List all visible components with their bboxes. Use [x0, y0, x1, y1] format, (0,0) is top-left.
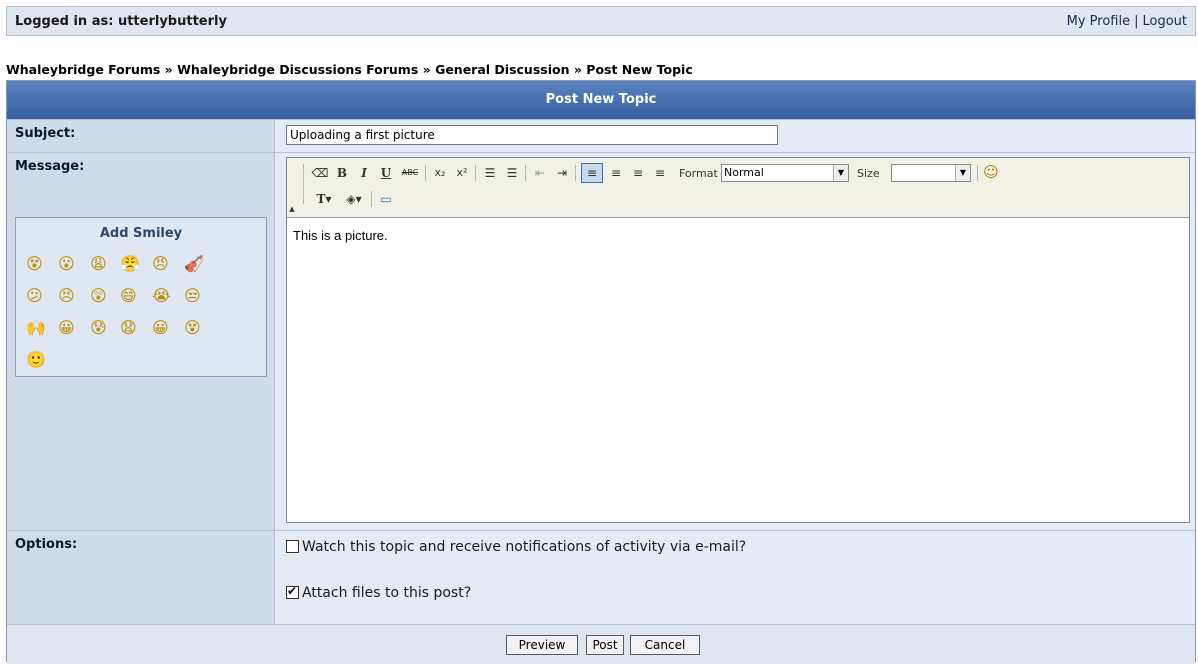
- breadcrumb-separator: »: [573, 62, 582, 77]
- align-left-icon[interactable]: ≡: [581, 163, 603, 183]
- text-color-icon[interactable]: T▾: [311, 190, 337, 208]
- breadcrumb-current: Post New Topic: [586, 62, 693, 77]
- attach-option[interactable]: Attach files to this post?: [286, 584, 472, 601]
- insert-image-icon[interactable]: ▭: [377, 190, 395, 208]
- background-color-icon[interactable]: ◈▾: [341, 190, 367, 208]
- toolbar-separator: [575, 165, 576, 181]
- message-label-cell: Message: Add Smiley 😵 😮 😩 😤 😠 🎻 😕 😣 😲 😄 😭 😒 🙌 😀 😰 😧 😀 😵 🙂: [7, 153, 275, 531]
- smiley-icon[interactable]: 😤: [120, 256, 140, 272]
- breadcrumb-separator: »: [164, 62, 173, 77]
- smiley-icon[interactable]: 😀: [58, 320, 75, 336]
- watch-option[interactable]: Watch this topic and receive notificatio…: [286, 539, 746, 555]
- message-editor-cell: ⌫ B I U ABC x₂ x² ☰ ☰ ⇤ ⇥ ≡ ≡ ≡ ≡ Format…: [276, 153, 1195, 531]
- smiley-icon[interactable]: 😮: [58, 256, 75, 272]
- smiley-icon[interactable]: 😒: [184, 288, 201, 304]
- rich-text-editor[interactable]: ⌫ B I U ABC x₂ x² ☰ ☰ ⇤ ⇥ ≡ ≡ ≡ ≡ Format…: [286, 157, 1190, 523]
- watch-checkbox[interactable]: [286, 540, 299, 553]
- toolbar-grip: [303, 164, 304, 204]
- superscript-icon[interactable]: x²: [453, 164, 471, 182]
- breadcrumb-separator: »: [422, 62, 431, 77]
- options-label: Options:: [15, 537, 78, 552]
- breadcrumb-discussions[interactable]: Whaleybridge Discussions Forums: [177, 62, 418, 77]
- options-label-cell: Options:: [7, 531, 275, 625]
- toolbar-separator: [371, 191, 372, 207]
- eraser-icon[interactable]: ⌫: [311, 164, 329, 182]
- breadcrumb: Whaleybridge Forums » Whaleybridge Discu…: [6, 62, 693, 77]
- message-row: Message: Add Smiley 😵 😮 😩 😤 😠 🎻 😕 😣 😲 😄 😭 😒 🙌 😀 😰 😧 😀 😵 🙂 …: [7, 152, 1195, 531]
- post-button[interactable]: Post: [586, 635, 624, 655]
- subject-row: Subject:: [7, 119, 1195, 153]
- outdent-icon[interactable]: ⇤: [531, 164, 549, 182]
- smiley-icon[interactable]: ☺: [981, 163, 1001, 181]
- format-select[interactable]: Normal ▼: [721, 164, 849, 182]
- smiley-icon[interactable]: 😭: [152, 288, 171, 304]
- cancel-button[interactable]: Cancel: [630, 635, 700, 655]
- breadcrumb-general[interactable]: General Discussion: [435, 62, 569, 77]
- editor-content[interactable]: This is a picture.: [293, 228, 388, 243]
- subject-input[interactable]: [286, 125, 778, 145]
- chevron-down-icon: ▼: [955, 165, 970, 181]
- post-form: Post New Topic Subject: Message: Add Smi…: [6, 80, 1196, 664]
- bullet-list-icon[interactable]: ☰: [503, 164, 521, 182]
- account-links: My Profile | Logout: [1067, 14, 1187, 29]
- format-value: Normal: [724, 166, 764, 179]
- subject-field-cell: [276, 120, 1195, 153]
- logged-in-text: Logged in as: utterlybutterly: [15, 14, 227, 29]
- numbered-list-icon[interactable]: ☰: [481, 164, 499, 182]
- smiley-icon[interactable]: 😲: [90, 288, 107, 304]
- breadcrumb-forums[interactable]: Whaleybridge Forums: [6, 62, 160, 77]
- smiley-icon[interactable]: 😠: [152, 256, 169, 272]
- subject-label-cell: Subject:: [7, 120, 275, 153]
- smiley-panel-title: Add Smiley: [99, 226, 183, 241]
- smiley-icon[interactable]: 😀: [152, 320, 169, 336]
- options-cell: Watch this topic and receive notificatio…: [276, 531, 1195, 625]
- watch-option-label: Watch this topic and receive notificatio…: [302, 539, 747, 555]
- align-justify-icon[interactable]: ≡: [651, 164, 669, 182]
- collapse-toolbar-icon[interactable]: ▲: [287, 200, 297, 218]
- italic-icon[interactable]: I: [355, 164, 373, 182]
- message-label: Message:: [15, 159, 85, 174]
- toolbar-separator: [977, 165, 978, 181]
- indent-icon[interactable]: ⇥: [553, 164, 571, 182]
- smiley-icon[interactable]: 😵: [184, 320, 201, 336]
- logout-link[interactable]: Logout: [1142, 14, 1187, 29]
- link-separator: |: [1134, 14, 1139, 29]
- my-profile-link[interactable]: My Profile: [1067, 14, 1130, 29]
- preview-button[interactable]: Preview: [506, 635, 578, 655]
- attach-option-label: Attach files to this post?: [302, 585, 472, 601]
- align-right-icon[interactable]: ≡: [629, 164, 647, 182]
- smiley-icon[interactable]: 😄: [120, 288, 137, 304]
- bold-icon[interactable]: B: [333, 164, 351, 182]
- smiley-icon[interactable]: 😰: [90, 320, 107, 336]
- smiley-icon[interactable]: 😧: [120, 320, 137, 336]
- attach-checkbox[interactable]: [286, 584, 299, 599]
- strikethrough-icon[interactable]: ABC: [399, 164, 421, 182]
- smiley-icon[interactable]: 🎻: [184, 256, 204, 272]
- subject-label: Subject:: [15, 126, 76, 141]
- smiley-icon[interactable]: 😣: [58, 288, 75, 304]
- chevron-down-icon: ▼: [833, 165, 848, 181]
- smiley-panel: Add Smiley 😵 😮 😩 😤 😠 🎻 😕 😣 😲 😄 😭 😒 🙌 😀 😰 😧 😀 😵 🙂: [15, 217, 267, 377]
- smiley-icon[interactable]: 😵: [26, 256, 43, 272]
- size-select[interactable]: ▼: [891, 164, 971, 182]
- form-actions: Preview Post Cancel: [7, 624, 1195, 664]
- options-row: Options: Watch this topic and receive no…: [7, 530, 1195, 625]
- format-label: Format: [679, 167, 718, 180]
- underline-icon[interactable]: U: [377, 164, 395, 182]
- toolbar-separator: [525, 165, 526, 181]
- form-title: Post New Topic: [7, 81, 1195, 119]
- size-label: Size: [857, 167, 880, 180]
- login-bar: Logged in as: utterlybutterly My Profile…: [6, 6, 1196, 36]
- editor-toolbar: ⌫ B I U ABC x₂ x² ☰ ☰ ⇤ ⇥ ≡ ≡ ≡ ≡ Format…: [287, 158, 1189, 218]
- smiley-icon[interactable]: 😕: [26, 288, 43, 304]
- smiley-icon[interactable]: 😩: [90, 256, 107, 272]
- toolbar-separator: [425, 165, 426, 181]
- toolbar-separator: [475, 165, 476, 181]
- smiley-icon[interactable]: 🙂: [26, 352, 46, 368]
- subscript-icon[interactable]: x₂: [431, 164, 449, 182]
- align-center-icon[interactable]: ≡: [607, 164, 625, 182]
- smiley-icon[interactable]: 🙌: [26, 320, 46, 336]
